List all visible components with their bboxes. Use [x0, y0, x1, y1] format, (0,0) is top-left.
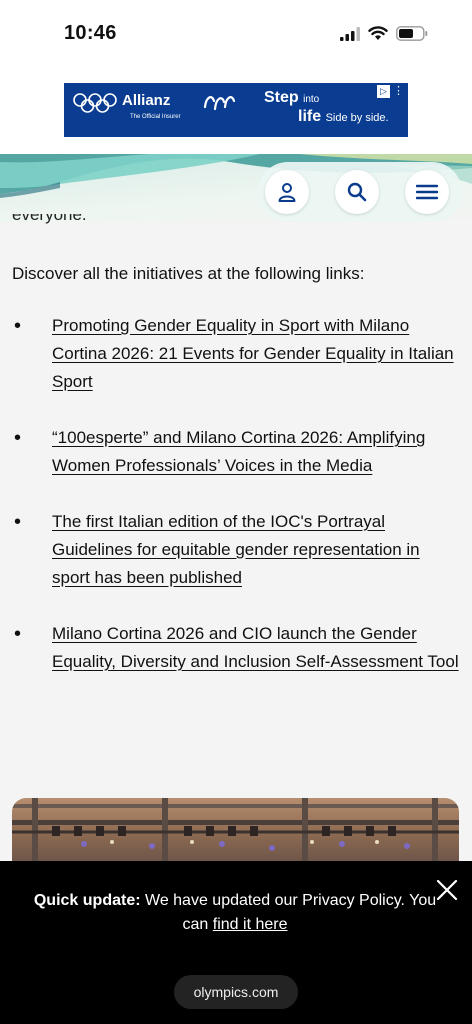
status-icons — [340, 26, 428, 41]
list-item: • “100esperte” and Milano Cortina 2026: … — [12, 424, 460, 480]
privacy-label: Quick update: — [33, 892, 141, 909]
bullet: • — [14, 511, 22, 533]
initiative-links-list: • Promoting Gender Equality in Sport wit… — [12, 312, 460, 704]
intro-text: Discover all the initiatives at the foll… — [12, 264, 365, 283]
status-time: 10:46 — [64, 22, 117, 44]
bullet: • — [14, 623, 22, 645]
list-item: • Promoting Gender Equality in Sport wit… — [12, 312, 460, 396]
ad-banner[interactable]: Allianz The Official Insurer Step into l… — [64, 83, 408, 137]
initiative-link[interactable]: Promoting Gender Equality in Sport with … — [52, 316, 454, 391]
ad-choices-icon[interactable]: ▷ — [377, 85, 390, 98]
close-icon[interactable] — [434, 877, 460, 903]
list-item: • The first Italian edition of the IOC's… — [12, 508, 460, 592]
ad-brand-sub: The Official Insurer — [130, 114, 181, 120]
account-button[interactable] — [265, 170, 309, 214]
status-bar: 10:46 — [0, 0, 472, 70]
clipped-text: everyone. — [12, 214, 87, 224]
user-icon — [278, 183, 296, 202]
initiative-link[interactable]: The first Italian edition of the IOC's P… — [52, 512, 420, 587]
ad-headline: Step into — [264, 89, 320, 106]
search-button[interactable] — [335, 170, 379, 214]
ad-more-icon[interactable]: ⋮ — [393, 85, 404, 98]
initiative-link[interactable]: “100esperte” and Milano Cortina 2026: Am… — [52, 428, 425, 475]
ad-brand: Allianz — [122, 92, 171, 109]
olympic-rings-icon — [73, 93, 117, 113]
signal-icon — [340, 26, 360, 41]
privacy-text: We have updated our Privacy Policy. You … — [145, 892, 437, 933]
privacy-policy-link[interactable]: find it here — [213, 916, 288, 933]
privacy-message: Quick update: We have updated our Privac… — [30, 889, 440, 937]
bullet: • — [14, 427, 22, 449]
search-icon — [347, 182, 367, 202]
privacy-banner: Quick update: We have updated our Privac… — [0, 861, 472, 1024]
ad-choices[interactable]: ▷ ⋮ — [377, 85, 404, 98]
battery-icon — [396, 26, 428, 41]
ad-area: Allianz The Official Insurer Step into l… — [0, 70, 472, 154]
paralympic-agitos-icon — [203, 96, 236, 111]
header-actions — [258, 162, 462, 222]
bullet: • — [14, 315, 22, 337]
ad-headline-2: life Side by side. — [298, 108, 389, 125]
initiative-link[interactable]: Milano Cortina 2026 and CIO launch the G… — [52, 624, 459, 671]
list-item: • Milano Cortina 2026 and CIO launch the… — [12, 620, 460, 676]
menu-button[interactable] — [405, 170, 449, 214]
menu-icon — [416, 184, 438, 200]
browser-url-pill[interactable]: olympics.com — [174, 975, 298, 1009]
wifi-icon — [368, 26, 388, 40]
